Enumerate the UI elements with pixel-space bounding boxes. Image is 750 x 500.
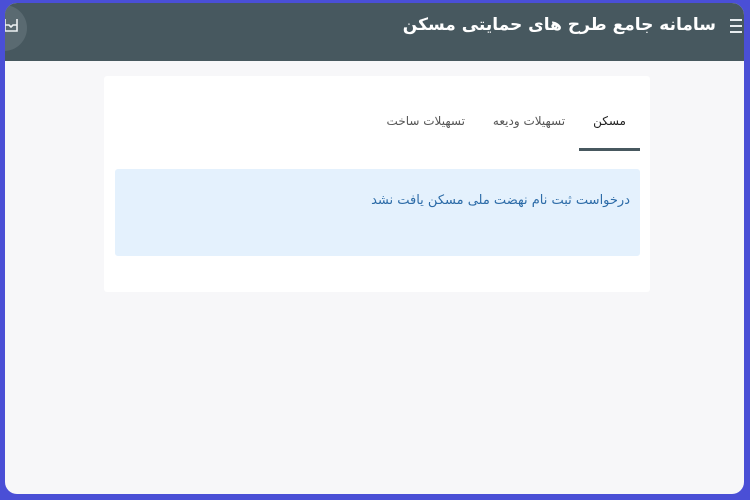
hamburger-menu-icon[interactable] bbox=[730, 16, 742, 36]
content-card: مسکن تسهیلات ودیعه تسهیلات ساخت درخواست … bbox=[104, 76, 650, 292]
alert-message: درخواست ثبت نام نهضت ملی مسکن یافت نشد bbox=[371, 193, 630, 208]
app-title: سامانه جامع طرح های حمایتی مسکن bbox=[402, 15, 716, 35]
user-icon bbox=[5, 19, 18, 32]
tab-bar: مسکن تسهیلات ودیعه تسهیلات ساخت bbox=[373, 104, 640, 152]
tab-deposit-facilities[interactable]: تسهیلات ودیعه bbox=[479, 104, 579, 142]
app-frame: سامانه جامع طرح های حمایتی مسکن مسکن تسه… bbox=[5, 3, 744, 494]
user-menu-button[interactable] bbox=[5, 5, 27, 51]
menu-line bbox=[730, 25, 742, 27]
menu-line bbox=[730, 19, 742, 21]
top-header-bar: سامانه جامع طرح های حمایتی مسکن bbox=[5, 3, 744, 61]
tab-housing[interactable]: مسکن bbox=[579, 104, 640, 151]
tab-construction-facilities[interactable]: تسهیلات ساخت bbox=[373, 104, 479, 142]
info-alert: درخواست ثبت نام نهضت ملی مسکن یافت نشد bbox=[115, 169, 640, 256]
menu-line bbox=[730, 31, 742, 33]
